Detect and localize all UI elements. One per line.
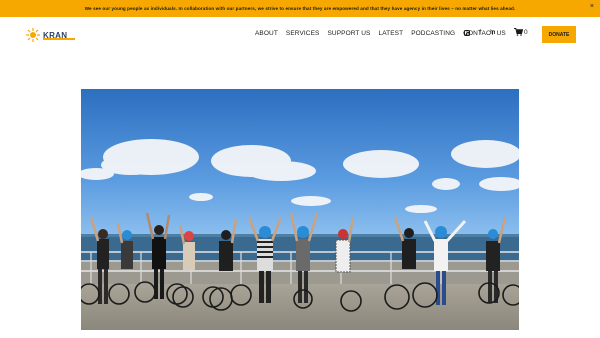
- site-header: KRAN ABOUT SERVICES SUPPORT US LATEST PO…: [0, 17, 600, 55]
- close-icon[interactable]: ×: [590, 3, 594, 11]
- instagram-icon[interactable]: [464, 30, 470, 36]
- donate-button[interactable]: DONATE: [542, 26, 576, 43]
- nav-item-support-us[interactable]: SUPPORT US: [327, 30, 370, 37]
- announcement-text: We see our young people as individuals. …: [84, 6, 516, 11]
- linkedin-icon[interactable]: in: [490, 29, 495, 37]
- cart[interactable]: 0: [514, 28, 528, 36]
- cart-count: 0: [524, 28, 528, 36]
- sun-logo-icon: [26, 28, 40, 42]
- nav-item-podcasting[interactable]: PODCASTING: [411, 30, 455, 37]
- logo-underline: [43, 38, 75, 40]
- nav-item-latest[interactable]: LATEST: [379, 30, 404, 37]
- social-links: f in: [464, 29, 504, 37]
- cart-icon: [514, 28, 523, 36]
- announcement-bar: We see our young people as individuals. …: [0, 0, 600, 17]
- nav-item-about[interactable]: ABOUT: [255, 30, 278, 37]
- facebook-icon[interactable]: f: [479, 29, 481, 37]
- hero-image: [81, 89, 519, 330]
- logo[interactable]: KRAN: [24, 27, 76, 43]
- hero-photo: [81, 89, 519, 330]
- nav-item-services[interactable]: SERVICES: [286, 30, 320, 37]
